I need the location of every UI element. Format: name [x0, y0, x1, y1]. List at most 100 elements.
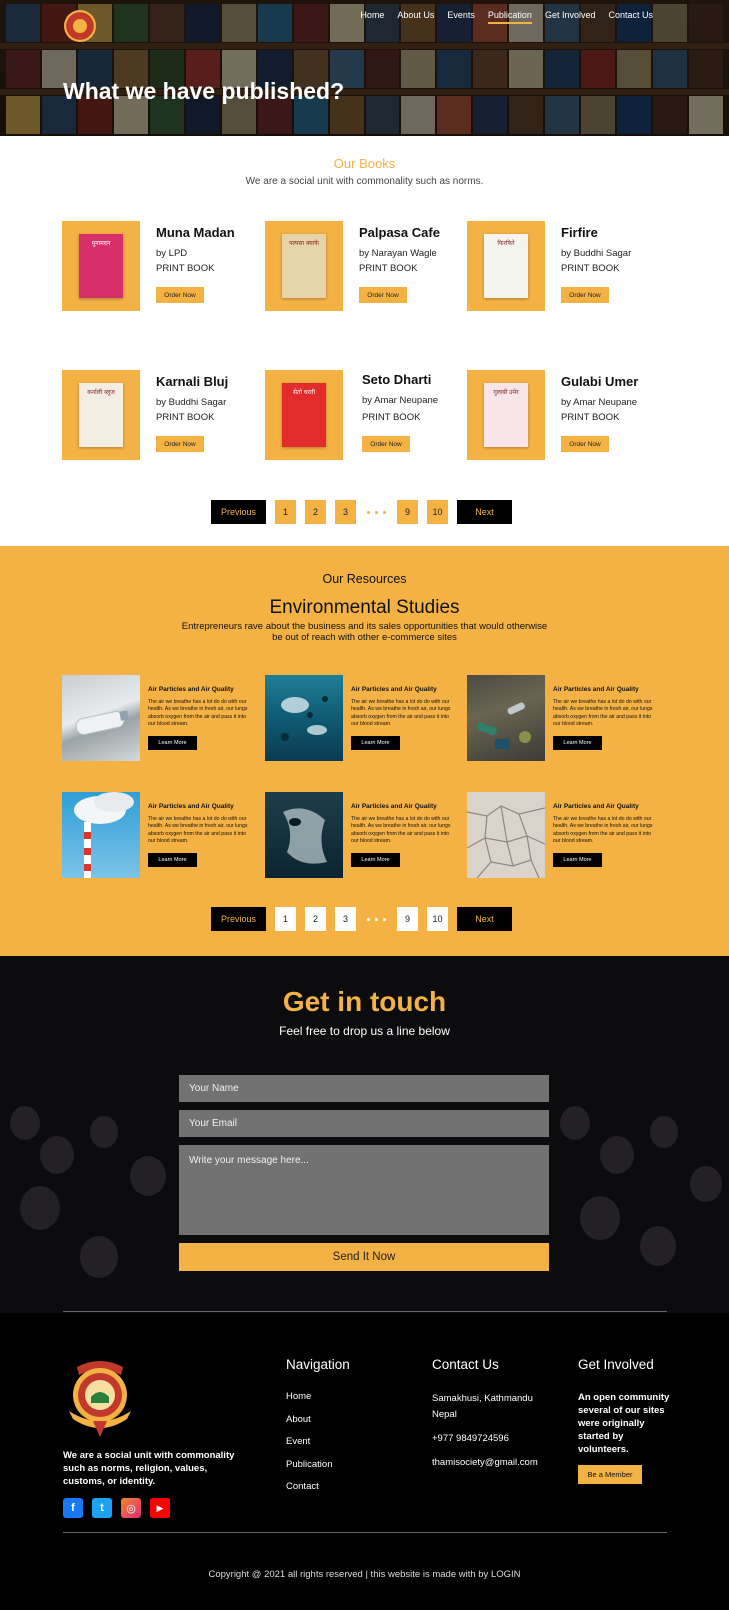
- page-2-button[interactable]: 2: [305, 500, 326, 524]
- page-title: What we have published?: [63, 78, 345, 104]
- book-author: by Amar Neupane: [561, 397, 638, 408]
- resources-subtitle: Entrepreneurs rave about the business an…: [181, 621, 548, 643]
- hero-banner: Home About Us Events Publication Get Inv…: [0, 0, 729, 136]
- books-heading: Our Books: [333, 156, 396, 171]
- resource-card: Air Particles and Air Quality The air we…: [467, 675, 667, 761]
- resource-description: The air we breathe has a lot do do with …: [351, 699, 451, 728]
- order-now-button[interactable]: Order Now: [156, 287, 204, 303]
- cracked-earth-image: [466, 792, 546, 879]
- nav-publication[interactable]: Publication: [487, 10, 532, 24]
- books-section: Our Books We are a social unit with comm…: [0, 136, 729, 546]
- footer-link-about[interactable]: About: [286, 1414, 332, 1437]
- order-now-button[interactable]: Order Now: [359, 287, 407, 303]
- book-type: PRINT BOOK: [561, 412, 620, 423]
- book-title: Muna Madan: [156, 225, 235, 240]
- name-input[interactable]: [179, 1075, 549, 1102]
- book-type: PRINT BOOK: [156, 412, 215, 423]
- page-9-button[interactable]: 9: [397, 907, 418, 931]
- resources-heading: Our Resources: [322, 572, 407, 586]
- instagram-icon[interactable]: ◎: [121, 1498, 141, 1518]
- footer-phone[interactable]: +977 9849724596: [432, 1431, 552, 1447]
- book-card: कर्नाली ब्लुज Karnali Bluj by Buddhi Sag…: [62, 370, 262, 460]
- nav-contact-us[interactable]: Contact Us: [608, 10, 653, 24]
- divider: [63, 1311, 667, 1312]
- resource-description: The air we breathe has a lot do do with …: [351, 816, 451, 845]
- page-9-button[interactable]: 9: [397, 500, 418, 524]
- book-cover-image: कर्नाली ब्लुज: [79, 383, 123, 447]
- learn-more-button[interactable]: Learn More: [148, 736, 197, 750]
- previous-page-button[interactable]: Previous: [211, 907, 266, 931]
- page-10-button[interactable]: 10: [427, 907, 448, 931]
- next-page-button[interactable]: Next: [457, 500, 512, 524]
- site-logo[interactable]: [64, 10, 96, 42]
- facebook-icon[interactable]: f: [63, 1498, 83, 1518]
- footer-link-event[interactable]: Event: [286, 1436, 332, 1459]
- email-input[interactable]: [179, 1110, 549, 1137]
- resources-title: Environmental Studies: [269, 597, 460, 618]
- copyright-text: Copyright @ 2021 all rights reserved | t…: [208, 1569, 521, 1580]
- footer-address: Samakhusi, Kathmandu Nepal: [432, 1393, 533, 1420]
- book-card: फिरफिरे Firfire by Buddhi Sagar PRINT BO…: [467, 221, 667, 311]
- book-type: PRINT BOOK: [362, 412, 421, 423]
- youtube-icon[interactable]: ▶: [150, 1498, 170, 1518]
- resource-title: Air Particles and Air Quality: [553, 686, 639, 693]
- contact-title: Get in touch: [282, 986, 447, 1017]
- resource-card: Air Particles and Air Quality The air we…: [62, 792, 262, 878]
- learn-more-button[interactable]: Learn More: [351, 853, 400, 867]
- learn-more-button[interactable]: Learn More: [553, 853, 602, 867]
- footer-link-contact[interactable]: Contact: [286, 1481, 332, 1504]
- page-3-button[interactable]: 3: [335, 500, 356, 524]
- previous-page-button[interactable]: Previous: [211, 500, 266, 524]
- pagination-ellipsis: [365, 510, 388, 514]
- nav-events[interactable]: Events: [447, 10, 475, 24]
- book-card: पल्पसा क्याफे Palpasa Cafe by Narayan Wa…: [265, 221, 465, 311]
- footer-link-home[interactable]: Home: [286, 1391, 332, 1414]
- message-textarea[interactable]: [179, 1145, 549, 1235]
- page-1-button[interactable]: 1: [275, 500, 296, 524]
- resource-title: Air Particles and Air Quality: [351, 686, 437, 693]
- resource-description: The air we breathe has a lot do do with …: [148, 816, 248, 845]
- order-now-button[interactable]: Order Now: [561, 436, 609, 452]
- resource-card: Air Particles and Air Quality The air we…: [265, 792, 465, 878]
- divider: [63, 1532, 667, 1533]
- page-2-button[interactable]: 2: [305, 907, 326, 931]
- resources-pagination: Previous 1 2 3 9 10 Next: [211, 907, 512, 931]
- next-page-button[interactable]: Next: [457, 907, 512, 931]
- contact-subtitle: Feel free to drop us a line below: [279, 1024, 450, 1038]
- learn-more-button[interactable]: Learn More: [553, 736, 602, 750]
- send-button[interactable]: Send It Now: [179, 1243, 549, 1271]
- main-navigation: Home About Us Events Publication Get Inv…: [360, 10, 653, 24]
- resource-card: Air Particles and Air Quality The air we…: [466, 792, 667, 879]
- ocean-plastic-image: [265, 675, 343, 761]
- smokestack-image: [62, 792, 140, 878]
- order-now-button[interactable]: Order Now: [156, 436, 204, 452]
- pagination-ellipsis: [365, 917, 388, 921]
- resource-card: Air Particles and Air Quality The air we…: [265, 675, 465, 761]
- footer-email[interactable]: thamisociety@gmail.com: [432, 1455, 552, 1471]
- page-10-button[interactable]: 10: [427, 500, 448, 524]
- order-now-button[interactable]: Order Now: [561, 287, 609, 303]
- nav-about-us[interactable]: About Us: [397, 10, 434, 24]
- footer-contact-title: Contact Us: [432, 1357, 499, 1372]
- plastic-bottle-image: [62, 675, 140, 761]
- nav-home[interactable]: Home: [360, 10, 384, 24]
- be-a-member-button[interactable]: Be a Member: [578, 1465, 642, 1484]
- footer-get-involved-text: An open community several of our sites w…: [578, 1392, 670, 1455]
- learn-more-button[interactable]: Learn More: [351, 736, 400, 750]
- nav-get-involved[interactable]: Get Involved: [545, 10, 596, 24]
- book-author: by LPD: [156, 248, 188, 259]
- book-cover-image: फिरफिरे: [484, 234, 528, 298]
- resource-title: Air Particles and Air Quality: [148, 686, 234, 693]
- twitter-icon[interactable]: t: [92, 1498, 112, 1518]
- footer-get-involved-title: Get Involved: [578, 1357, 654, 1372]
- footer-link-publication[interactable]: Publication: [286, 1459, 332, 1482]
- learn-more-button[interactable]: Learn More: [148, 853, 197, 867]
- book-cover-image: सेतो धरती: [282, 383, 326, 447]
- page-3-button[interactable]: 3: [335, 907, 356, 931]
- page-1-button[interactable]: 1: [275, 907, 296, 931]
- order-now-button[interactable]: Order Now: [362, 436, 410, 452]
- footer: We are a social unit with commonality su…: [0, 1313, 729, 1610]
- book-author: by Buddhi Sagar: [561, 248, 632, 259]
- resource-description: The air we breathe has a lot do do with …: [148, 699, 248, 728]
- book-author: by Buddhi Sagar: [156, 397, 227, 408]
